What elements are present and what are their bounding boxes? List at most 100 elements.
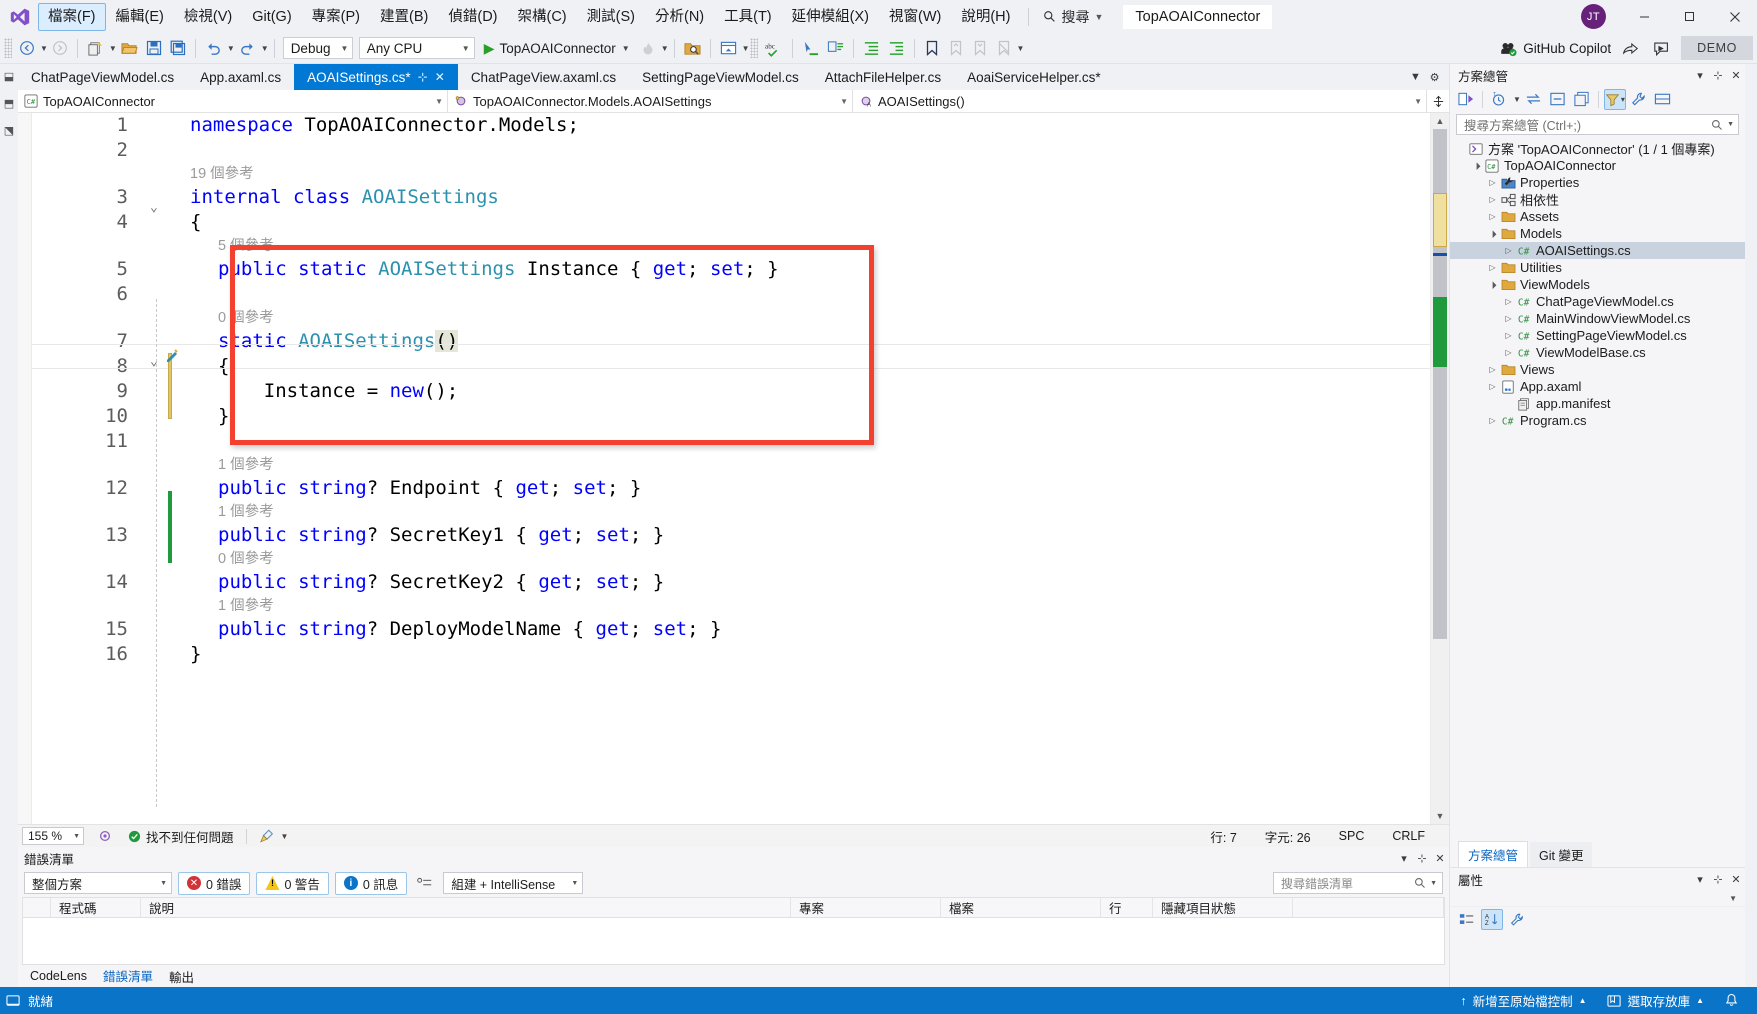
preview-selected-items-button[interactable]: [1652, 89, 1674, 110]
chevron-collapsed-icon[interactable]: ▷: [1486, 382, 1499, 391]
chevron-expanded-icon[interactable]: ◢: [1485, 226, 1500, 241]
increase-indent-button[interactable]: [859, 36, 884, 60]
sync-with-active-document-button[interactable]: [1523, 89, 1545, 110]
maximize-button[interactable]: [1667, 0, 1712, 33]
select-repository-button[interactable]: 選取存放庫 ▲: [1597, 987, 1714, 1014]
menu-item-project[interactable]: 專案(P): [302, 3, 370, 31]
data-sources-icon[interactable]: ⬔: [4, 124, 14, 137]
tree-node[interactable]: ◢ ViewModels: [1450, 276, 1745, 293]
alphabetical-button[interactable]: AZ: [1481, 909, 1503, 930]
chevron-collapsed-icon[interactable]: ▷: [1486, 416, 1499, 425]
tree-node[interactable]: ▷ C# Program.cs: [1450, 412, 1745, 429]
tab-attachfilehelper[interactable]: AttachFileHelper.cs: [812, 64, 954, 90]
code-line[interactable]: 11: [32, 429, 1430, 454]
indent-mode-label[interactable]: SPC: [1325, 829, 1379, 843]
start-debug-button[interactable]: ▶ TopAOAIConnector ▼: [478, 36, 636, 60]
tree-node[interactable]: ▷ C# ChatPageViewModel.cs: [1450, 293, 1745, 310]
dock-tab-solution-explorer[interactable]: 方案總管: [1458, 841, 1529, 867]
split-view-button[interactable]: [1427, 95, 1449, 108]
tab-aoaiservicehelper[interactable]: AoaiServiceHelper.cs*: [954, 64, 1114, 90]
code-line[interactable]: 6: [32, 282, 1430, 307]
tree-node[interactable]: ▷ Views: [1450, 361, 1745, 378]
chevron-collapsed-icon[interactable]: ▷: [1502, 331, 1515, 340]
solution-configuration-combo[interactable]: Debug ▼: [282, 37, 353, 59]
tree-node[interactable]: ▷ C# ViewModelBase.cs: [1450, 344, 1745, 361]
codelens-reference-count[interactable]: 19 個參考: [32, 163, 1430, 185]
tree-node[interactable]: ▷ C# SettingPageViewModel.cs: [1450, 327, 1745, 344]
menu-item-window[interactable]: 視窗(W): [879, 3, 951, 31]
tree-node[interactable]: ◢ Models: [1450, 225, 1745, 242]
share-button[interactable]: [1617, 36, 1643, 60]
navbar-type-dropdown[interactable]: TopAOAIConnector.Models.AOAISettings ▼: [448, 90, 853, 112]
warnings-filter-chip[interactable]: ! 0 警告: [256, 871, 329, 895]
properties-grid[interactable]: [1450, 932, 1745, 987]
panel-tab-output[interactable]: 輸出: [161, 964, 202, 989]
error-col-code[interactable]: 程式碼: [51, 898, 141, 917]
chevron-collapsed-icon[interactable]: ▷: [1502, 246, 1515, 255]
tree-node[interactable]: ▷ Utilities: [1450, 259, 1745, 276]
no-issues-indicator[interactable]: 找不到任何問題: [120, 827, 242, 846]
panel-tab-error-list[interactable]: 錯誤清單: [95, 963, 162, 990]
panel-pin-icon[interactable]: ⊹: [1709, 69, 1727, 82]
minimize-button[interactable]: [1622, 0, 1667, 33]
menu-item-extensions[interactable]: 延伸模組(X): [782, 3, 879, 31]
navigate-forward-button[interactable]: [48, 36, 72, 60]
menu-item-test[interactable]: 測試(S): [577, 3, 645, 31]
properties-window-button[interactable]: [1628, 89, 1650, 110]
code-line[interactable]: 12 public string? Endpoint { get; set; }: [32, 476, 1430, 501]
code-line[interactable]: 4{: [32, 210, 1430, 235]
close-icon[interactable]: ✕: [435, 70, 445, 84]
chevron-down-icon[interactable]: ▼: [1513, 95, 1521, 104]
code-line[interactable]: 9 Instance = new();: [32, 379, 1430, 404]
live-preview-button[interactable]: [716, 36, 741, 60]
feedback-button[interactable]: [1649, 36, 1675, 60]
zoom-level-combo[interactable]: 155 % ▼: [22, 827, 84, 845]
server-explorer-icon[interactable]: ⬒: [4, 97, 14, 110]
panel-menu-icon[interactable]: ▾: [1691, 69, 1709, 82]
hot-reload-dropdown-icon[interactable]: ▼: [661, 44, 669, 53]
tree-node[interactable]: ▷ Assets: [1450, 208, 1745, 225]
toolbox-icon[interactable]: ⬓: [4, 70, 14, 83]
tab-settingpageviewmodel[interactable]: SettingPageViewModel.cs: [629, 64, 812, 90]
tab-app-axaml-cs[interactable]: App.axaml.cs: [187, 64, 294, 90]
codelens-reference-count[interactable]: 5 個參考: [32, 235, 1430, 257]
messages-filter-chip[interactable]: i 0 訊息: [334, 871, 408, 895]
errors-filter-chip[interactable]: ✕ 0 錯誤: [178, 871, 251, 895]
error-col-icon[interactable]: [23, 898, 51, 917]
hot-reload-button[interactable]: [636, 36, 660, 60]
error-col-project[interactable]: 專案: [791, 898, 941, 917]
panel-tab-codelens[interactable]: CodeLens: [22, 966, 95, 986]
error-col-description[interactable]: 說明: [141, 898, 791, 917]
tab-chatpageview-axaml-cs[interactable]: ChatPageView.axaml.cs: [458, 64, 629, 90]
code-line[interactable]: 5 public static AOAISettings Instance { g…: [32, 257, 1430, 282]
tree-node[interactable]: app.manifest: [1450, 395, 1745, 412]
panel-drag-dots[interactable]: [1516, 74, 1683, 76]
go-to-definition-button[interactable]: [798, 36, 823, 60]
save-button[interactable]: [142, 36, 166, 60]
code-line[interactable]: 15 public string? DeployModelName { get; …: [32, 617, 1430, 642]
menu-item-file[interactable]: 檔案(F): [38, 2, 106, 31]
tab-aoaisettings[interactable]: AOAISettings.cs* ⊹ ✕: [294, 64, 458, 90]
codelens-reference-count[interactable]: 0 個參考: [32, 548, 1430, 570]
menu-item-analyze[interactable]: 分析(N): [645, 3, 714, 31]
code-line[interactable]: 3 internal class AOAISettings: [32, 185, 1430, 210]
filter-button[interactable]: ▾: [1603, 88, 1626, 110]
switch-views-button[interactable]: [1455, 89, 1477, 110]
error-col-file[interactable]: 檔案: [941, 898, 1101, 917]
tab-list-button[interactable]: ▼: [1407, 67, 1424, 87]
notifications-button[interactable]: [1714, 987, 1749, 1014]
code-line[interactable]: 1 namespace TopAOAIConnector.Models;: [32, 113, 1430, 138]
panel-close-icon[interactable]: ✕: [1431, 852, 1449, 865]
tab-settings-button[interactable]: ⚙: [1426, 67, 1443, 87]
code-line[interactable]: 14 public string? SecretKey2 { get; set; …: [32, 570, 1430, 595]
pin-icon[interactable]: ⊹: [418, 70, 428, 84]
tree-node[interactable]: ▷ Properties: [1450, 174, 1745, 191]
add-to-source-control-button[interactable]: ↑ 新增至原始檔控制 ▲: [1450, 987, 1596, 1014]
new-project-button[interactable]: [83, 36, 108, 60]
chevron-expanded-icon[interactable]: ◢: [1469, 158, 1484, 173]
menu-item-tools[interactable]: 工具(T): [714, 3, 782, 31]
live-preview-dropdown-icon[interactable]: ▼: [742, 44, 750, 53]
toggle-bookmark-button[interactable]: [920, 36, 944, 60]
back-dropdown-icon[interactable]: ▼: [40, 44, 48, 53]
spell-check-button[interactable]: abc: [761, 36, 787, 60]
